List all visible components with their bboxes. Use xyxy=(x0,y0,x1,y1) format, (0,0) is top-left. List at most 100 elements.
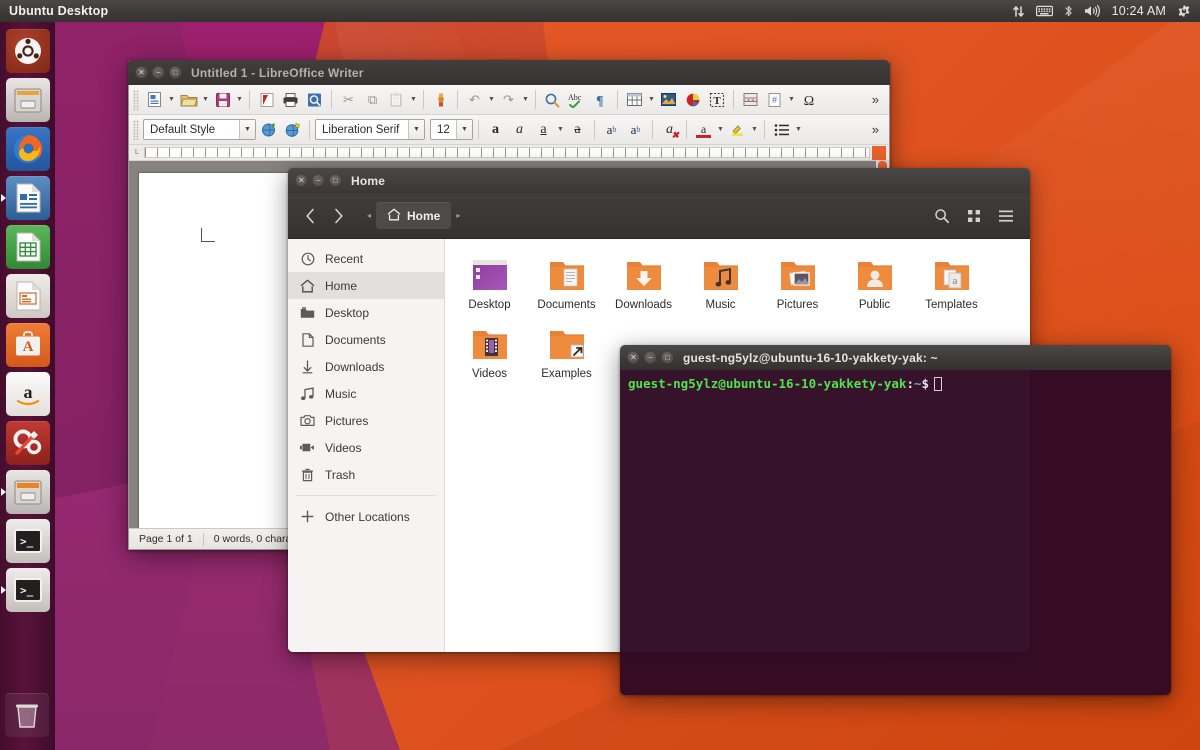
breadcrumb-next-icon[interactable]: ▸ xyxy=(451,211,465,220)
launcher-item-terminal-2[interactable]: >_ xyxy=(6,568,50,612)
nautilus-titlebar[interactable]: ✕ − □ Home xyxy=(288,168,1030,193)
volume-icon[interactable] xyxy=(1084,4,1101,18)
undo-dropdown[interactable]: ▼ xyxy=(487,89,496,111)
paste-button[interactable]: 📋 xyxy=(385,88,408,111)
nautilus-close-button[interactable]: ✕ xyxy=(295,174,308,187)
redo-dropdown[interactable]: ▼ xyxy=(521,89,530,111)
formatting-marks-button[interactable]: ¶ xyxy=(589,88,612,111)
launcher-item-libreoffice-calc[interactable] xyxy=(6,225,50,269)
print-button[interactable] xyxy=(279,88,302,111)
open-document-dropdown[interactable]: ▼ xyxy=(201,89,210,111)
font-color-button[interactable]: a xyxy=(692,118,715,141)
bullet-list-button[interactable] xyxy=(770,118,793,141)
formatting-toolbar-overflow-button[interactable]: » xyxy=(866,122,885,137)
insert-image-button[interactable] xyxy=(657,88,680,111)
font-color-dropdown[interactable]: ▼ xyxy=(716,119,725,141)
gear-power-icon[interactable] xyxy=(1177,4,1191,18)
insert-chart-button[interactable] xyxy=(681,88,704,111)
launcher-item-amazon[interactable]: a xyxy=(6,372,50,416)
bold-button[interactable]: a xyxy=(484,118,507,141)
file-item-pictures[interactable]: Pictures xyxy=(759,251,836,320)
ruler-track[interactable] xyxy=(144,147,870,158)
clone-formatting-button[interactable] xyxy=(429,88,452,111)
writer-titlebar[interactable]: ✕ − □ Untitled 1 - LibreOffice Writer xyxy=(128,60,890,85)
launcher-item-trash[interactable] xyxy=(5,693,49,737)
insert-text-box-button[interactable]: T xyxy=(705,88,728,111)
launcher-item-ubuntu-software[interactable]: A xyxy=(6,323,50,367)
sidebar-item-documents[interactable]: Documents xyxy=(288,326,444,353)
find-replace-button[interactable] xyxy=(541,88,564,111)
paragraph-style-combo[interactable]: Default Style ▼ xyxy=(143,119,256,140)
insert-page-break-button[interactable] xyxy=(739,88,762,111)
subscript-button[interactable]: ab xyxy=(624,118,647,141)
sidebar-item-trash[interactable]: Trash xyxy=(288,461,444,488)
standard-toolbar-overflow-button[interactable]: » xyxy=(866,92,885,107)
sidebar-item-recent[interactable]: Recent xyxy=(288,245,444,272)
underline-dropdown[interactable]: ▼ xyxy=(556,119,565,141)
launcher-item-firefox[interactable] xyxy=(6,127,50,171)
launcher-item-ubuntu-dash[interactable] xyxy=(6,29,50,73)
chevron-down-icon[interactable]: ▼ xyxy=(408,120,424,139)
launcher-item-terminal-1[interactable]: >_ xyxy=(6,519,50,563)
superscript-button[interactable]: ab xyxy=(600,118,623,141)
nautilus-maximize-button[interactable]: □ xyxy=(329,174,342,187)
spelling-button[interactable]: Abc xyxy=(565,88,588,111)
sidebar-item-downloads[interactable]: Downloads xyxy=(288,353,444,380)
strikethrough-button[interactable]: a xyxy=(566,118,589,141)
update-style-button[interactable] xyxy=(257,118,280,141)
view-grid-icon[interactable] xyxy=(958,201,990,231)
chevron-down-icon[interactable]: ▼ xyxy=(456,120,472,139)
new-document-button[interactable] xyxy=(143,88,166,111)
file-item-templates[interactable]: a Templates xyxy=(913,251,990,320)
file-item-examples[interactable]: Examples xyxy=(528,320,605,389)
insert-field-dropdown[interactable]: ▼ xyxy=(787,89,796,111)
writer-minimize-button[interactable]: − xyxy=(152,66,165,79)
terminal-minimize-button[interactable]: − xyxy=(644,351,657,364)
launcher-item-libreoffice-writer[interactable] xyxy=(6,176,50,220)
toolbar-grip[interactable] xyxy=(133,90,139,110)
clear-formatting-button[interactable]: a✖ xyxy=(658,118,681,141)
new-style-button[interactable] xyxy=(281,118,304,141)
terminal-maximize-button[interactable]: □ xyxy=(661,351,674,364)
underline-button[interactable]: a xyxy=(532,118,555,141)
terminal-titlebar[interactable]: ✕ − □ guest-ng5ylz@ubuntu-16-10-yakkety-… xyxy=(620,345,1171,370)
chevron-down-icon[interactable]: ▼ xyxy=(239,120,255,139)
bluetooth-icon[interactable] xyxy=(1064,4,1073,18)
launcher-item-system-settings[interactable] xyxy=(6,421,50,465)
new-document-dropdown[interactable]: ▼ xyxy=(167,89,176,111)
launcher-item-files-window[interactable] xyxy=(6,470,50,514)
file-item-desktop[interactable]: Desktop xyxy=(451,251,528,320)
insert-table-button[interactable] xyxy=(623,88,646,111)
export-pdf-button[interactable] xyxy=(255,88,278,111)
clock-label[interactable]: 10:24 AM xyxy=(1112,4,1166,18)
highlight-color-button[interactable] xyxy=(726,118,749,141)
print-preview-button[interactable] xyxy=(303,88,326,111)
keyboard-icon[interactable] xyxy=(1036,5,1053,17)
network-icon[interactable] xyxy=(1012,5,1025,18)
font-name-combo[interactable]: Liberation Serif ▼ xyxy=(315,119,425,140)
paste-dropdown[interactable]: ▼ xyxy=(409,89,418,111)
save-document-dropdown[interactable]: ▼ xyxy=(235,89,244,111)
copy-button[interactable]: ⧉ xyxy=(361,88,384,111)
italic-button[interactable]: a xyxy=(508,118,531,141)
status-page-count[interactable]: Page 1 of 1 xyxy=(129,533,203,545)
sidebar-item-home[interactable]: Home xyxy=(288,272,444,299)
terminal-close-button[interactable]: ✕ xyxy=(627,351,640,364)
panel-app-title[interactable]: Ubuntu Desktop xyxy=(0,4,108,18)
hamburger-menu-icon[interactable] xyxy=(990,201,1022,231)
undo-button[interactable]: ↶ xyxy=(463,88,486,111)
writer-close-button[interactable]: ✕ xyxy=(135,66,148,79)
insert-special-character-button[interactable]: Ω xyxy=(797,88,820,111)
sidebar-item-videos[interactable]: Videos xyxy=(288,434,444,461)
sidebar-item-pictures[interactable]: Pictures xyxy=(288,407,444,434)
save-document-button[interactable] xyxy=(211,88,234,111)
terminal-screen[interactable]: guest-ng5ylz@ubuntu-16-10-yakkety-yak:~$ xyxy=(620,370,1171,695)
toolbar-grip[interactable] xyxy=(133,120,139,140)
search-icon[interactable] xyxy=(926,201,958,231)
file-item-public[interactable]: Public xyxy=(836,251,913,320)
file-item-downloads[interactable]: Downloads xyxy=(605,251,682,320)
nautilus-minimize-button[interactable]: − xyxy=(312,174,325,187)
redo-button[interactable]: ↷ xyxy=(497,88,520,111)
cut-button[interactable]: ✂ xyxy=(337,88,360,111)
open-document-button[interactable] xyxy=(177,88,200,111)
